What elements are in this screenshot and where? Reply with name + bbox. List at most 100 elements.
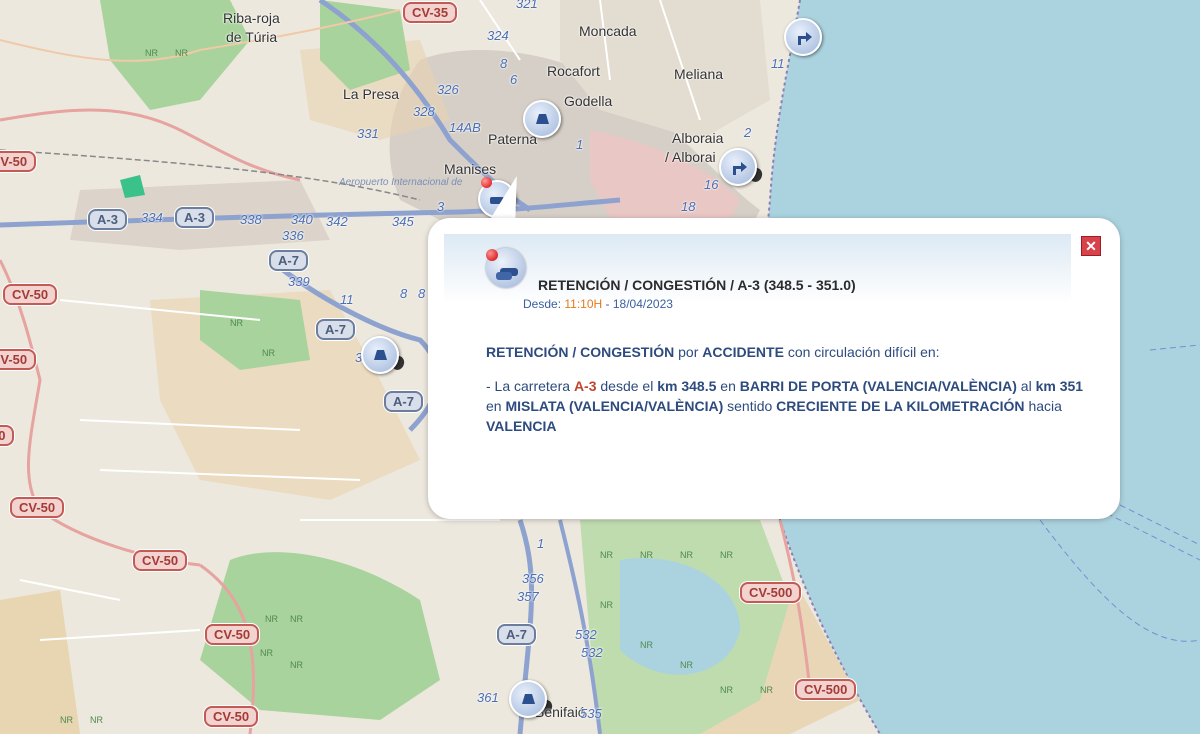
nature-reserve-label: NR bbox=[145, 48, 158, 58]
km-marker: 11 bbox=[340, 292, 354, 307]
town-label-manises: Manises bbox=[444, 161, 497, 177]
traffic-jam-icon[interactable] bbox=[523, 100, 561, 138]
text-por: por bbox=[678, 344, 699, 360]
nature-reserve-label: NR bbox=[262, 348, 275, 358]
turn-right-sign-icon[interactable] bbox=[784, 18, 822, 56]
nature-reserve-label: NR bbox=[720, 550, 733, 560]
km-marker: 331 bbox=[357, 126, 379, 141]
road-shield-a7: A-7 bbox=[384, 391, 423, 412]
nature-reserve-label: NR bbox=[90, 715, 103, 725]
km-marker: 8 bbox=[500, 56, 508, 71]
km-marker: 535 bbox=[580, 706, 602, 721]
km-marker: 326 bbox=[437, 82, 459, 97]
km-marker: 16 bbox=[704, 177, 719, 192]
text-prefix: - La carretera bbox=[486, 378, 571, 394]
road-shield-cv500: CV-500 bbox=[740, 582, 802, 603]
nature-reserve-label: NR bbox=[175, 48, 188, 58]
nature-reserve-label: NR bbox=[290, 614, 303, 624]
turn-right-sign-icon[interactable] bbox=[719, 148, 757, 186]
incident-marker-pin-icon[interactable] bbox=[481, 177, 492, 188]
km-marker: 11 bbox=[771, 56, 785, 71]
town-label-riba-roja: Riba-roja bbox=[223, 10, 280, 26]
direction: CRECIENTE DE LA KILOMETRACIÓN bbox=[776, 398, 1025, 414]
km-marker: 334 bbox=[141, 210, 163, 225]
km-marker: 340 bbox=[291, 212, 313, 227]
town-label-moncada: Moncada bbox=[579, 23, 637, 39]
km-marker: 361 bbox=[477, 690, 499, 705]
road-shield-cv50: CV-50 bbox=[204, 706, 259, 727]
nature-reserve-label: NR bbox=[680, 660, 693, 670]
traffic-jam-icon[interactable] bbox=[361, 336, 399, 374]
km-marker: 336 bbox=[282, 228, 304, 243]
airport-label: Aeropuerto Internacional de bbox=[339, 177, 463, 188]
nature-reserve-label: NR bbox=[290, 660, 303, 670]
road-shield-cv50: 50 bbox=[0, 425, 15, 446]
text-desde: desde el bbox=[600, 378, 654, 394]
km-marker: 328 bbox=[413, 104, 435, 119]
place-to: MISLATA (VALENCIA/VALÈNCIA) bbox=[505, 398, 724, 414]
road-shield-a7: A-7 bbox=[316, 319, 355, 340]
km-marker: 356 bbox=[522, 571, 544, 586]
road-shield-a3: A-3 bbox=[88, 209, 127, 230]
km-marker: 345 bbox=[392, 214, 414, 229]
nature-reserve-label: NR bbox=[720, 685, 733, 695]
since-label: Desde: bbox=[523, 297, 562, 311]
nature-reserve-label: NR bbox=[760, 685, 773, 695]
road-shield-cv35: CV-35 bbox=[403, 2, 458, 23]
km-marker: 8 bbox=[400, 286, 408, 301]
nature-reserve-label: NR bbox=[600, 550, 613, 560]
km-marker: 532 bbox=[575, 627, 597, 642]
road-shield-cv50: CV-50 bbox=[205, 624, 260, 645]
close-icon: ✕ bbox=[1085, 238, 1097, 254]
km-marker: 6 bbox=[510, 72, 518, 87]
nature-reserve-label: NR bbox=[680, 550, 693, 560]
km-marker: 2 bbox=[744, 125, 752, 140]
nature-reserve-label: NR bbox=[640, 550, 653, 560]
nature-reserve-label: NR bbox=[60, 715, 73, 725]
km-marker: 1 bbox=[537, 536, 545, 551]
town-label-de-turia: de Túria bbox=[226, 29, 278, 45]
text-al: al bbox=[1020, 378, 1032, 394]
text-hacia: hacia bbox=[1028, 398, 1062, 414]
popup-since: Desde: 11:10H - 18/04/2023 bbox=[523, 297, 673, 311]
km-marker: 339 bbox=[288, 274, 310, 289]
nature-reserve-label: NR bbox=[265, 614, 278, 624]
popup-title: RETENCIÓN / CONGESTIÓN / A-3 (348.5 - 35… bbox=[538, 277, 856, 293]
text-rest: con circulación difícil en: bbox=[787, 344, 940, 360]
text-sentido: sentido bbox=[727, 398, 773, 414]
incident-cause: ACCIDENTE bbox=[702, 344, 784, 360]
place-from: BARRI DE PORTA (VALENCIA/VALÈNCIA) bbox=[739, 378, 1017, 394]
popup-description: RETENCIÓN / CONGESTIÓN por ACCIDENTE con… bbox=[486, 342, 1086, 450]
road-shield-cv50: CV-50 bbox=[133, 550, 188, 571]
km-marker: 14AB bbox=[449, 120, 481, 135]
text-en1: en bbox=[720, 378, 736, 394]
km-marker: 338 bbox=[240, 212, 262, 227]
road-shield-cv50: CV-50 bbox=[0, 349, 37, 370]
town-label-alboraia: Alboraia bbox=[672, 130, 724, 146]
nature-reserve-label: NR bbox=[600, 600, 613, 610]
km-marker: 8 bbox=[418, 286, 426, 301]
town-label-meliana: Meliana bbox=[674, 66, 724, 82]
incident-type: RETENCIÓN / CONGESTIÓN bbox=[486, 344, 675, 360]
road-shield-a7: A-7 bbox=[497, 624, 536, 645]
km-marker: 18 bbox=[681, 199, 696, 214]
town-label-alborai: / Alborai bbox=[665, 149, 716, 165]
since-date: - 18/04/2023 bbox=[605, 297, 673, 311]
town-label-rocafort: Rocafort bbox=[547, 63, 600, 79]
incident-pin-icon bbox=[486, 249, 498, 261]
traffic-jam-icon[interactable] bbox=[509, 680, 547, 718]
road-shield-cv50: CV-50 bbox=[3, 284, 58, 305]
popup-header bbox=[444, 234, 1071, 304]
incident-summary: RETENCIÓN / CONGESTIÓN por ACCIDENTE con… bbox=[486, 342, 1086, 362]
km-marker: 357 bbox=[517, 589, 539, 604]
km-marker: 321 bbox=[516, 0, 538, 11]
km-marker: 532 bbox=[581, 645, 603, 660]
nature-reserve-label: NR bbox=[640, 640, 653, 650]
town-label-godella: Godella bbox=[564, 93, 613, 109]
incident-location: - La carretera A-3 desde el km 348.5 en … bbox=[486, 376, 1086, 436]
km-to: km 351 bbox=[1035, 378, 1084, 394]
road-shield-cv50: CV-50 bbox=[10, 497, 65, 518]
km-marker: 3 bbox=[437, 199, 445, 214]
km-from: km 348.5 bbox=[657, 378, 717, 394]
close-button[interactable]: ✕ bbox=[1081, 236, 1101, 256]
